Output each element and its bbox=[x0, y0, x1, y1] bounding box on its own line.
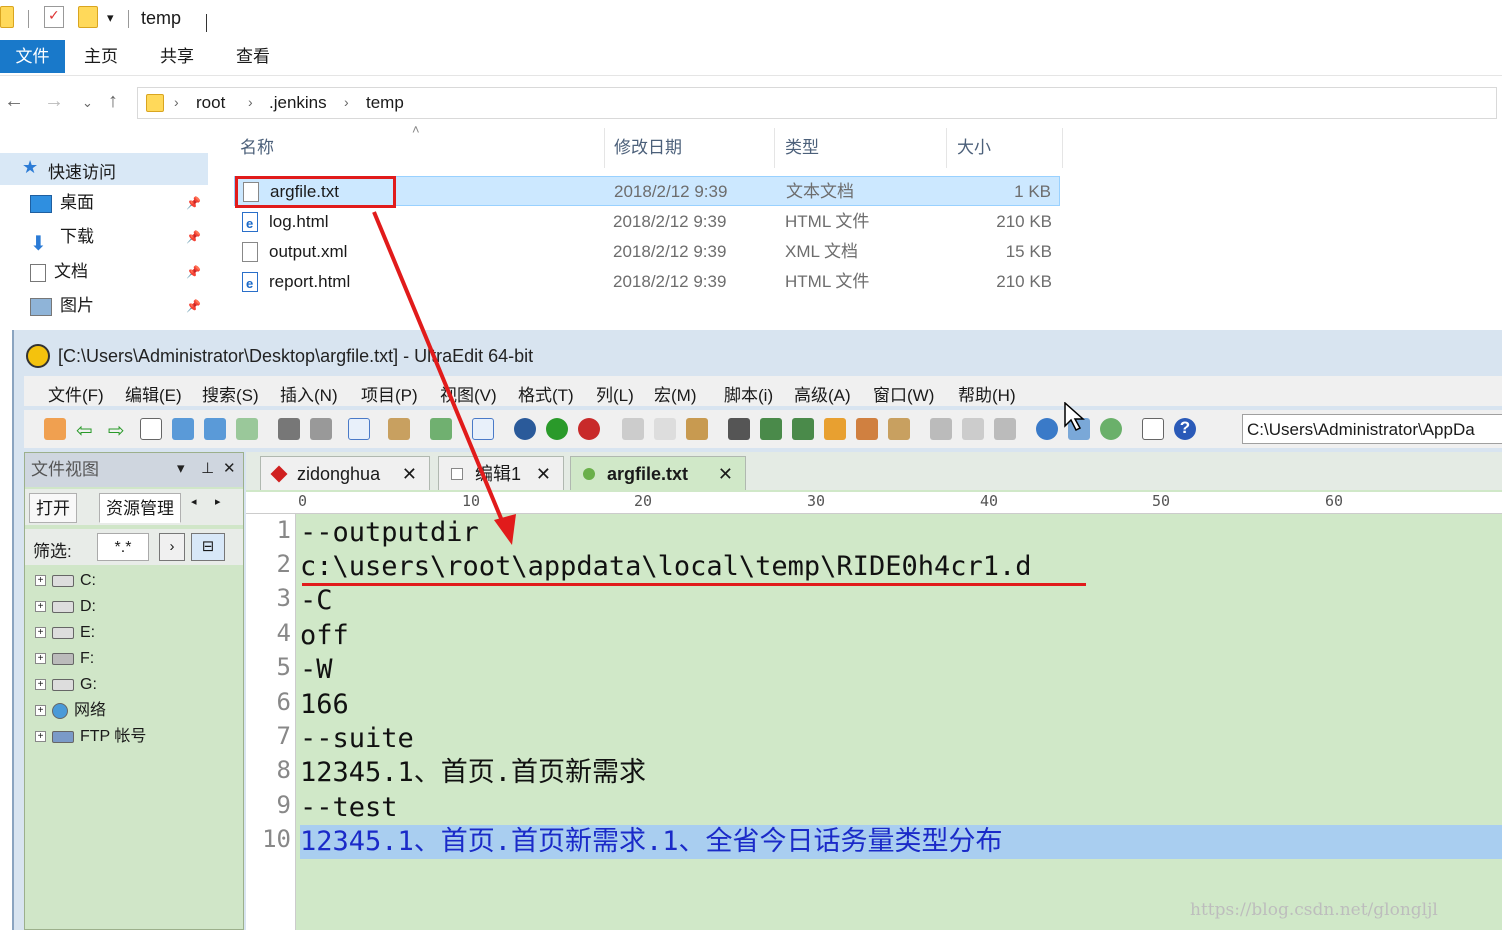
watermark: https://blog.csdn.net/glongljl bbox=[1190, 900, 1438, 920]
mouse-pointer-icon bbox=[1064, 402, 1085, 432]
annotation-arrow bbox=[372, 211, 516, 545]
